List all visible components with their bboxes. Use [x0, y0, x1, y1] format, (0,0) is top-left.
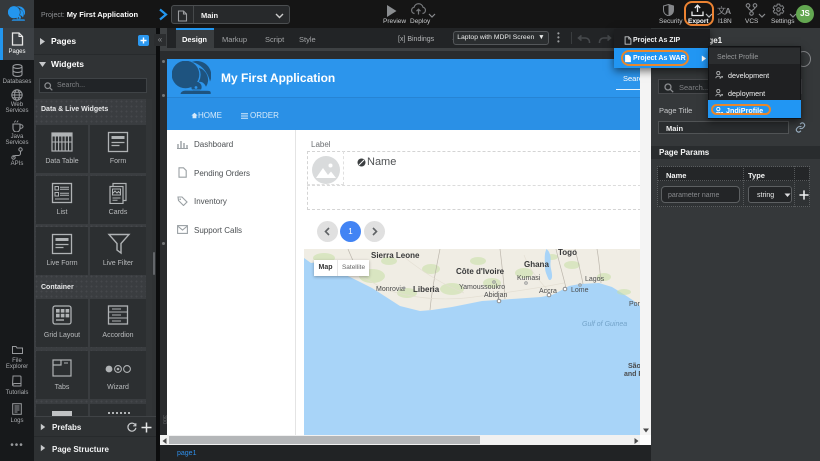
svg-text:Sierra Leone: Sierra Leone: [371, 251, 420, 260]
svg-text:Togo: Togo: [558, 249, 577, 257]
svg-text:and Pr: and Pr: [624, 371, 640, 378]
svg-text:Liberia: Liberia: [413, 285, 440, 294]
svg-text:Ghana: Ghana: [524, 260, 549, 269]
svg-text:Port: Port: [629, 301, 640, 308]
svg-text:Abidjan: Abidjan: [484, 292, 507, 299]
svg-text:Lome: Lome: [571, 287, 589, 294]
svg-text:Lagos: Lagos: [585, 276, 605, 283]
svg-text:Kumasi: Kumasi: [517, 275, 541, 282]
svg-text:São: São: [628, 363, 640, 370]
svg-text:Gulf of Guinea: Gulf of Guinea: [582, 321, 627, 328]
svg-text:Côte d'Ivoire: Côte d'Ivoire: [456, 267, 505, 276]
svg-text:Monrovia: Monrovia: [376, 286, 405, 293]
svg-text:Yamoussoukro: Yamoussoukro: [459, 284, 505, 291]
